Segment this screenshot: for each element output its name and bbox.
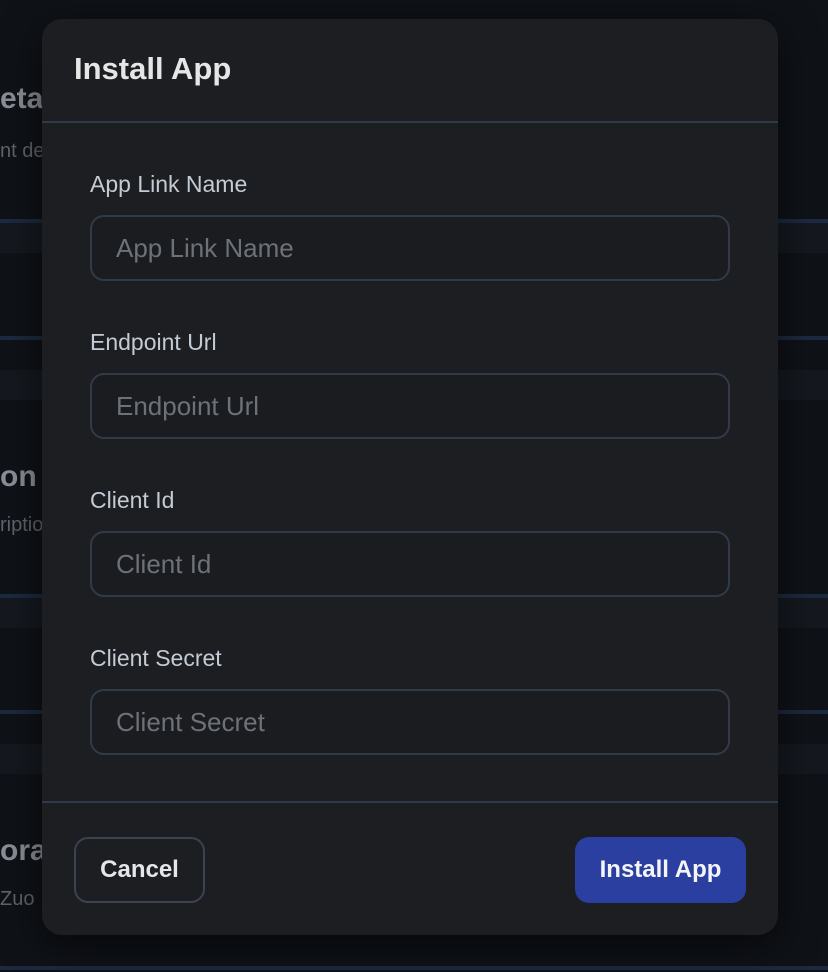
endpoint-url-label: Endpoint Url [90,329,217,355]
install-app-modal: Install App App Link Name Endpoint Url C… [42,19,778,935]
client-secret-input[interactable] [90,689,730,755]
client-id-label: Client Id [90,487,175,513]
endpoint-url-input[interactable] [90,373,730,439]
cancel-button[interactable]: Cancel [74,837,205,903]
client-secret-label: Client Secret [90,645,222,671]
modal-title: Install App [74,51,232,86]
install-app-button[interactable]: Install App [575,837,746,903]
background-heading: eta [0,82,44,115]
modal-header: Install App [42,19,778,123]
client-id-input[interactable] [90,531,730,597]
background-subtext: nt de [0,140,45,162]
app-link-name-input[interactable] [90,215,730,281]
background-divider [0,966,828,970]
app-link-name-label: App Link Name [90,171,248,197]
background-subtext: riptio [0,514,44,536]
modal-footer: Cancel Install App [42,801,778,935]
background-subtext: Zuo [0,888,35,910]
background-heading: on [0,460,37,493]
background-heading: ora [0,834,47,867]
